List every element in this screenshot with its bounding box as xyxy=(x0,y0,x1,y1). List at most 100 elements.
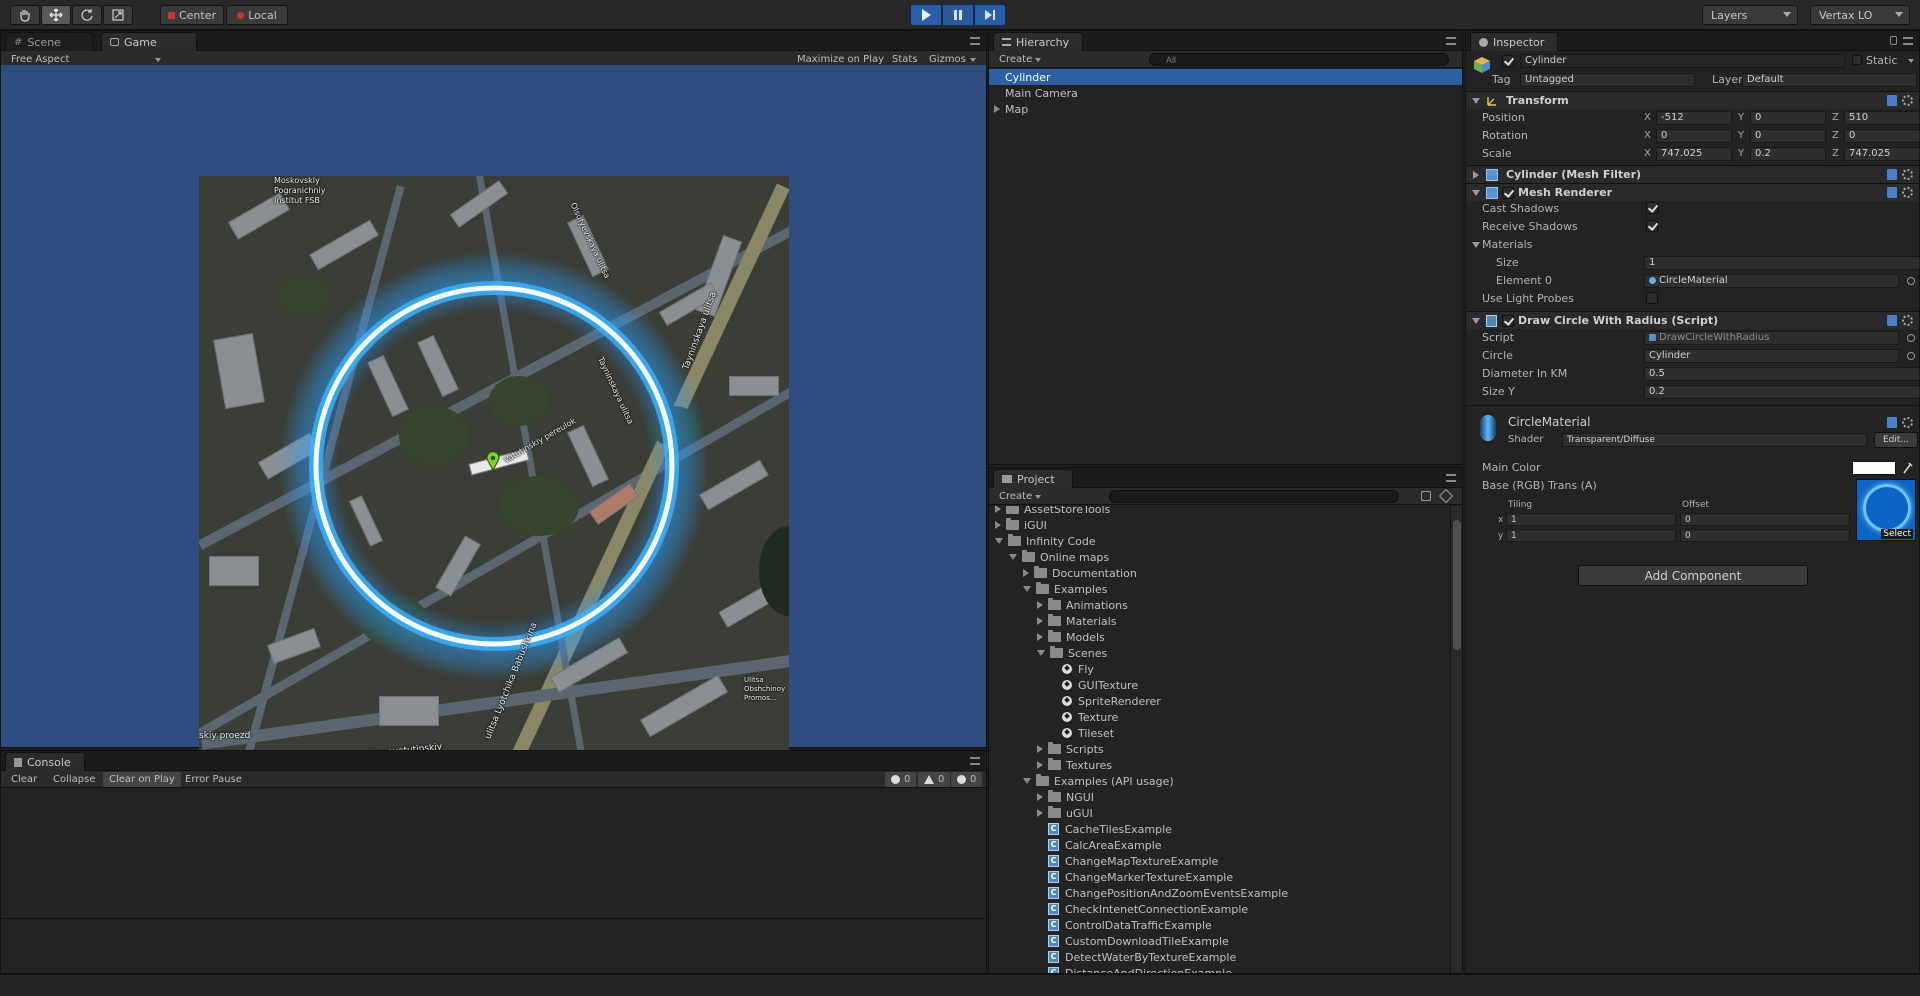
expand-arrow-icon[interactable] xyxy=(1473,171,1479,179)
project-item[interactable]: Examples xyxy=(989,581,1451,597)
hierarchy-item-main-camera[interactable]: Main Camera xyxy=(989,85,1462,101)
rotation-z-field[interactable]: 0 xyxy=(1844,129,1920,143)
help-icon[interactable] xyxy=(1887,169,1897,180)
project-item[interactable]: Documentation xyxy=(989,565,1451,581)
mesh-filter-header[interactable]: Cylinder (Mesh Filter) xyxy=(1466,165,1919,183)
hand-tool-icon[interactable] xyxy=(10,5,40,25)
hierarchy-create-dropdown[interactable]: Create xyxy=(993,52,1047,67)
project-item[interactable]: Fly xyxy=(989,661,1451,677)
gear-icon[interactable] xyxy=(1902,169,1913,180)
project-item[interactable]: Online maps xyxy=(989,549,1451,565)
circle-field[interactable]: Cylinder xyxy=(1644,349,1899,363)
panel-menu-icon[interactable] xyxy=(1446,37,1456,45)
object-picker-icon[interactable] xyxy=(1907,277,1915,285)
tab-console[interactable]: Console xyxy=(5,752,85,771)
sizey-field[interactable]: 0.2 xyxy=(1644,385,1920,399)
object-picker-icon[interactable] xyxy=(1907,352,1915,360)
tab-game[interactable]: Game xyxy=(101,32,197,51)
rotation-x-field[interactable]: 0 xyxy=(1656,129,1732,143)
expand-arrow-icon[interactable] xyxy=(1037,809,1043,817)
chevron-down-icon[interactable] xyxy=(1908,59,1914,63)
filter-by-label-icon[interactable] xyxy=(1438,488,1454,504)
collapse-arrow-icon[interactable] xyxy=(1037,650,1045,656)
project-item[interactable]: Models xyxy=(989,629,1451,645)
help-icon[interactable] xyxy=(1887,187,1897,198)
project-item[interactable]: C DistanceAndDirectionExample xyxy=(989,965,1451,973)
project-item[interactable]: GUITexture xyxy=(989,677,1451,693)
clear-button[interactable]: Clear xyxy=(5,772,43,787)
expand-arrow-icon[interactable] xyxy=(1037,745,1043,753)
layer-dropdown[interactable]: Default xyxy=(1742,73,1917,87)
expand-arrow-icon[interactable] xyxy=(1037,793,1043,801)
help-icon[interactable] xyxy=(1887,95,1897,106)
project-item[interactable]: C ChangeMapTextureExample xyxy=(989,853,1451,869)
project-scrollbar[interactable] xyxy=(1450,506,1462,973)
panel-menu-icon[interactable] xyxy=(1903,37,1913,45)
scale-y-field[interactable]: 0.2 xyxy=(1750,147,1826,161)
expand-arrow-icon[interactable] xyxy=(1037,617,1043,625)
project-item[interactable]: Animations xyxy=(989,597,1451,613)
hierarchy-item-cylinder[interactable]: Cylinder xyxy=(989,69,1462,85)
gear-icon[interactable] xyxy=(1902,95,1913,106)
light-probes-checkbox[interactable] xyxy=(1646,292,1658,304)
project-item[interactable]: C CalcAreaExample xyxy=(989,837,1451,853)
scale-z-field[interactable]: 747.025 xyxy=(1844,147,1920,161)
project-item[interactable]: Infinity Code xyxy=(989,533,1451,549)
project-item[interactable]: C CheckIntenetConnectionExample xyxy=(989,901,1451,917)
collapse-arrow-icon[interactable] xyxy=(1023,586,1031,592)
mesh-renderer-enabled-checkbox[interactable] xyxy=(1502,187,1514,199)
edit-shader-button[interactable]: Edit... xyxy=(1874,432,1918,448)
transform-header[interactable]: Transform xyxy=(1466,91,1919,109)
project-item[interactable]: SpriteRenderer xyxy=(989,693,1451,709)
help-icon[interactable] xyxy=(1887,417,1897,428)
expand-arrow-icon[interactable] xyxy=(994,105,1000,113)
element0-field[interactable]: CircleMaterial xyxy=(1644,274,1899,288)
gear-icon[interactable] xyxy=(1902,417,1913,428)
active-checkbox[interactable] xyxy=(1502,55,1514,67)
scale-x-field[interactable]: 747.025 xyxy=(1656,147,1732,161)
game-viewport[interactable]: Moskovskiy Pogranichniy Institut FSB Tay… xyxy=(1,65,986,766)
rotate-tool-icon[interactable] xyxy=(72,5,102,25)
step-button[interactable] xyxy=(974,4,1006,26)
project-item[interactable]: uGUI xyxy=(989,805,1451,821)
clear-on-play-toggle[interactable]: Clear on Play xyxy=(103,772,181,787)
project-item[interactable]: C ControlDataTrafficExample xyxy=(989,917,1451,933)
project-item[interactable]: C DetectWaterByTextureExample xyxy=(989,949,1451,965)
collapse-arrow-icon[interactable] xyxy=(1023,778,1031,784)
project-item[interactable]: C ChangePositionAndZoomEventsExample xyxy=(989,885,1451,901)
project-item[interactable]: iGUI xyxy=(989,517,1451,533)
tag-dropdown[interactable]: Untagged xyxy=(1520,73,1695,87)
materials-expand-icon[interactable] xyxy=(1472,242,1480,248)
layout-dropdown[interactable]: Vertax LO xyxy=(1810,5,1910,25)
cast-shadows-checkbox[interactable] xyxy=(1646,202,1658,214)
project-create-dropdown[interactable]: Create xyxy=(993,489,1047,504)
project-item[interactable]: C ChangeMarkerTextureExample xyxy=(989,869,1451,885)
project-item[interactable]: C CacheTilesExample xyxy=(989,821,1451,837)
collapse-toggle[interactable]: Collapse xyxy=(47,772,102,787)
object-name-field[interactable]: Cylinder xyxy=(1520,54,1845,68)
expand-arrow-icon[interactable] xyxy=(995,521,1001,529)
pivot-center-button[interactable]: Center xyxy=(160,5,224,25)
filter-by-type-icon[interactable] xyxy=(1421,491,1431,501)
info-filter-toggle[interactable]: 0 xyxy=(885,772,917,787)
expand-arrow-icon[interactable] xyxy=(1037,601,1043,609)
play-button[interactable] xyxy=(910,4,942,26)
collapse-arrow-icon[interactable] xyxy=(1009,554,1017,560)
collapse-arrow-icon[interactable] xyxy=(1472,190,1480,196)
project-item[interactable]: Texture xyxy=(989,709,1451,725)
tab-scene[interactable]: # Scene xyxy=(5,32,93,51)
project-item[interactable]: Scripts xyxy=(989,741,1451,757)
main-color-swatch[interactable] xyxy=(1852,461,1896,475)
position-y-field[interactable]: 0 xyxy=(1750,111,1826,125)
select-texture-button[interactable]: Select xyxy=(1881,529,1913,539)
object-picker-icon[interactable] xyxy=(1907,334,1915,342)
project-item[interactable]: Scenes xyxy=(989,645,1451,661)
panel-menu-icon[interactable] xyxy=(970,757,980,765)
texture-slot[interactable]: Select xyxy=(1856,479,1916,541)
panel-menu-icon[interactable] xyxy=(970,37,980,45)
expand-arrow-icon[interactable] xyxy=(1037,633,1043,641)
warning-filter-toggle[interactable]: 0 xyxy=(918,772,951,787)
scrollbar-thumb[interactable] xyxy=(1453,520,1461,650)
script-header[interactable]: Draw Circle With Radius (Script) xyxy=(1466,311,1919,329)
hierarchy-search-input[interactable] xyxy=(1149,53,1449,66)
